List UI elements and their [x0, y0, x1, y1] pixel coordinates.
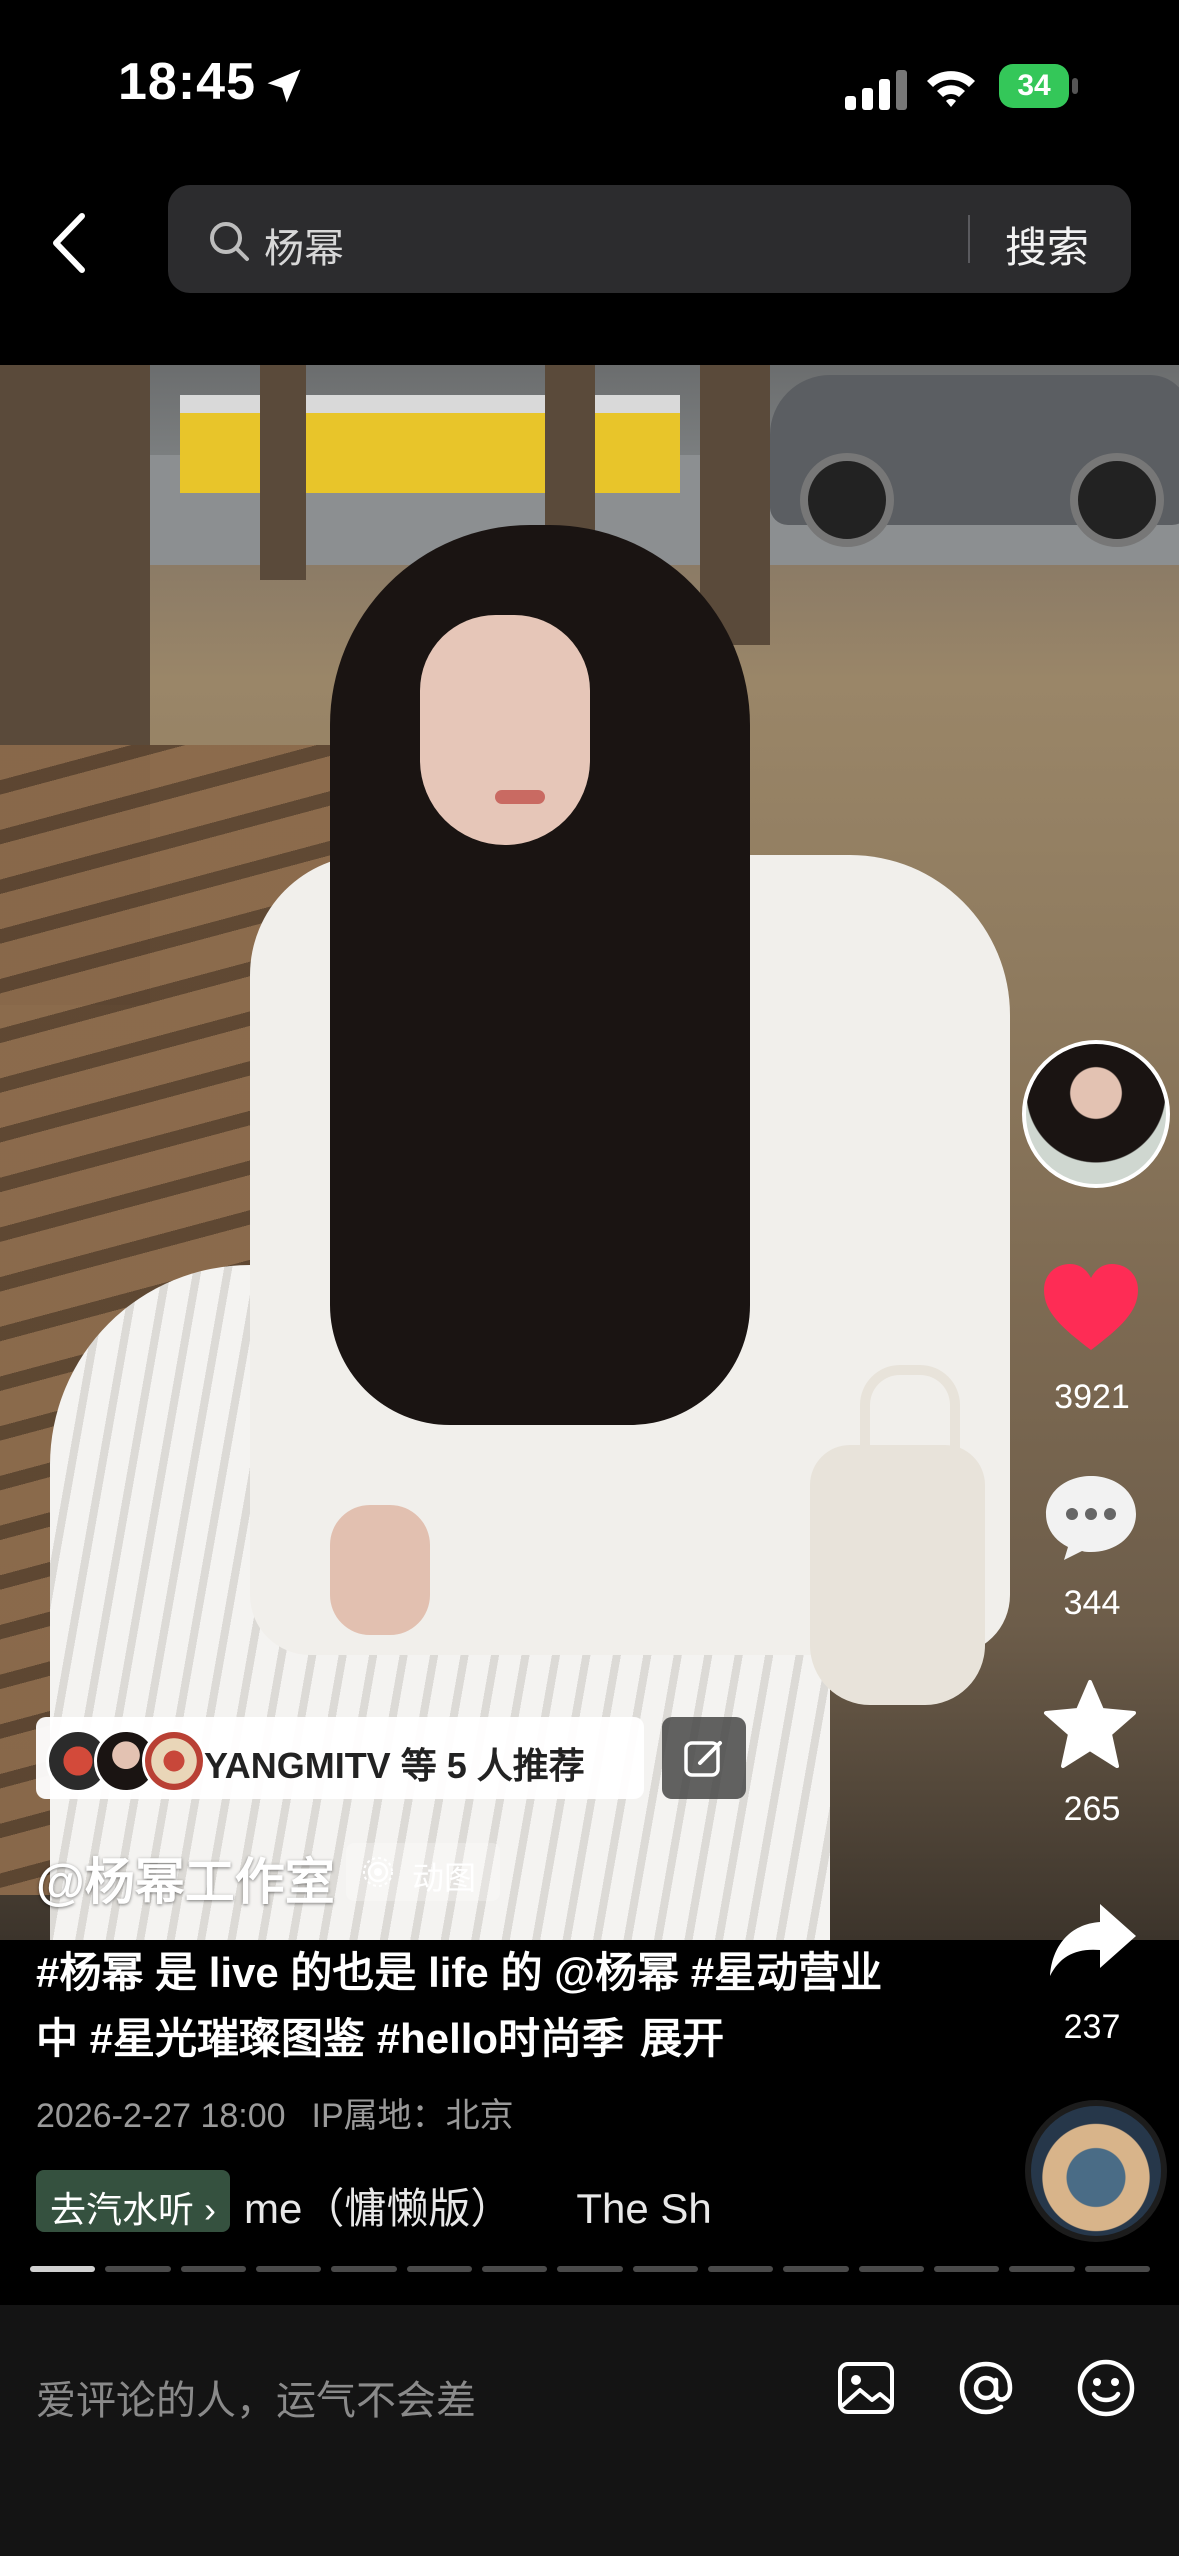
- like-count: 3921: [1054, 1378, 1130, 1416]
- live-photo-label: 动图: [412, 1860, 477, 1896]
- music-track-marquee[interactable]: me（慵懒版） The Sh: [244, 2175, 724, 2236]
- expand-link[interactable]: 展开: [640, 2015, 724, 2062]
- progress-segment: [180, 2266, 246, 2272]
- listen-on-qishui-button[interactable]: 去汽水听 ›: [36, 2170, 230, 2232]
- battery-level: 34: [999, 64, 1069, 108]
- status-time: 18:45: [118, 53, 256, 111]
- author-avatar[interactable]: [1022, 1040, 1170, 1188]
- post-meta: 2026-2-27 18:00 IP属地：北京: [36, 2088, 514, 2137]
- share-icon[interactable]: [1046, 1900, 1140, 1980]
- photo-progress-indicator: [30, 2266, 1150, 2274]
- favorite-count: 265: [1063, 1790, 1121, 1828]
- cellular-signal-icon: [845, 70, 907, 110]
- heart-icon[interactable]: [1042, 1262, 1140, 1354]
- battery-icon: 34: [999, 64, 1079, 108]
- star-icon[interactable]: [1042, 1678, 1138, 1770]
- progress-segment: [858, 2266, 924, 2272]
- listen-button-label: 去汽水听 ›: [50, 2189, 216, 2230]
- post-date: 2026-2-27 18:00: [36, 2097, 286, 2135]
- search-divider: [968, 215, 970, 263]
- progress-segment: [105, 2266, 171, 2272]
- avatar: [142, 1729, 206, 1793]
- progress-segment: [1009, 2266, 1075, 2272]
- live-photo-tag[interactable]: 动图: [346, 1843, 500, 1901]
- progress-segment: [934, 2266, 1000, 2272]
- music-disc[interactable]: [1025, 2100, 1167, 2242]
- progress-segment: [632, 2266, 698, 2272]
- recommend-chip[interactable]: YANGMITV 等 5 人推荐: [36, 1717, 644, 1799]
- progress-segment: [482, 2266, 548, 2272]
- music-track-part: The Sh: [576, 2185, 712, 2232]
- image-icon[interactable]: [834, 2356, 898, 2420]
- live-photo-icon: [363, 1857, 393, 1887]
- progress-segment: [30, 2266, 96, 2272]
- caption-text: #杨幂 是 live 的也是 life 的 @杨幂 #星动营业中 #星光璀璨图鉴…: [36, 1949, 883, 2062]
- progress-segment: [708, 2266, 774, 2272]
- comment-count: 344: [1063, 1584, 1121, 1622]
- progress-segment: [406, 2266, 472, 2272]
- comment-input[interactable]: 爱评论的人，运气不会差: [36, 2368, 476, 2426]
- author-name[interactable]: @杨幂工作室: [36, 1842, 335, 1914]
- search-icon: [210, 222, 249, 261]
- recommend-label: YANGMITV 等 5 人推荐: [204, 1745, 585, 1786]
- location-arrow-icon: [267, 69, 301, 103]
- comment-icon[interactable]: [1042, 1472, 1140, 1562]
- edit-button[interactable]: [662, 1717, 746, 1799]
- edit-icon: [684, 1741, 722, 1777]
- post-caption: #杨幂 是 live 的也是 life 的 @杨幂 #星动营业中 #星光璀璨图鉴…: [36, 1940, 916, 2072]
- progress-segment: [557, 2266, 623, 2272]
- at-mention-icon[interactable]: [954, 2356, 1018, 2420]
- progress-segment: [1084, 2266, 1150, 2272]
- comment-bar: [0, 2305, 1179, 2556]
- progress-segment: [783, 2266, 849, 2272]
- back-chevron-icon[interactable]: [48, 210, 88, 276]
- progress-segment: [331, 2266, 397, 2272]
- music-track-part: me（慵懒版）: [244, 2185, 513, 2232]
- post-photo[interactable]: [0, 365, 1179, 1940]
- search-button[interactable]: 搜索: [1005, 214, 1089, 275]
- wifi-icon: [927, 71, 975, 107]
- share-count: 237: [1063, 2008, 1121, 2046]
- progress-segment: [256, 2266, 322, 2272]
- emoji-icon[interactable]: [1074, 2356, 1138, 2420]
- ip-location: IP属地：北京: [311, 2097, 514, 2135]
- search-input[interactable]: 杨幂: [264, 216, 344, 274]
